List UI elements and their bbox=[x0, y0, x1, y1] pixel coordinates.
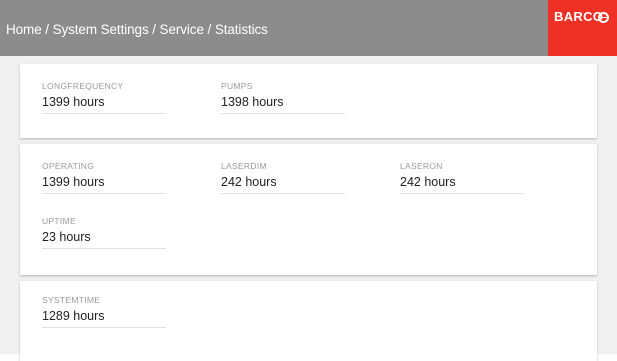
stat-value: 1399 hours bbox=[42, 95, 166, 114]
stat-systemtime: SYSTEMTIME 1289 hours bbox=[42, 295, 166, 328]
stat-label: LASERDIM bbox=[221, 161, 267, 171]
stat-value: 23 hours bbox=[42, 230, 166, 249]
stat-uptime: UPTIME 23 hours bbox=[42, 216, 166, 249]
barco-mark-icon bbox=[598, 12, 609, 23]
stat-laserdim: LASERDIM 242 hours bbox=[221, 161, 345, 194]
brand-wordmark: BARCO bbox=[554, 9, 604, 24]
stat-operating: OPERATING 1399 hours bbox=[42, 161, 166, 194]
stat-label: LONGFREQUENCY bbox=[42, 81, 124, 91]
stat-longfrequency: LONGFREQUENCY 1399 hours bbox=[42, 81, 166, 114]
stat-label: PUMPS bbox=[221, 81, 253, 91]
stat-pumps: PUMPS 1398 hours bbox=[221, 81, 345, 114]
stat-label: UPTIME bbox=[42, 216, 76, 226]
stats-card-1: LONGFREQUENCY 1399 hours PUMPS 1398 hour… bbox=[20, 64, 597, 138]
stat-value: 1289 hours bbox=[42, 309, 166, 328]
stat-value: 1399 hours bbox=[42, 175, 166, 194]
barco-logo: BARCO bbox=[548, 0, 617, 56]
stat-label: SYSTEMTIME bbox=[42, 295, 101, 305]
stat-label: LASERON bbox=[400, 161, 443, 171]
stats-card-3: SYSTEMTIME 1289 hours bbox=[20, 281, 597, 361]
stat-value: 242 hours bbox=[400, 175, 524, 194]
stats-card-2: OPERATING 1399 hours LASERDIM 242 hours … bbox=[20, 144, 597, 275]
statistics-panel[interactable]: LONGFREQUENCY 1399 hours PUMPS 1398 hour… bbox=[0, 56, 617, 361]
top-bar: Home / System Settings / Service / Stati… bbox=[0, 0, 617, 56]
stat-value: 242 hours bbox=[221, 175, 345, 194]
stat-laseron: LASERON 242 hours bbox=[400, 161, 524, 194]
stat-value: 1398 hours bbox=[221, 95, 345, 114]
breadcrumb: Home / System Settings / Service / Stati… bbox=[6, 22, 268, 37]
stat-label: OPERATING bbox=[42, 161, 95, 171]
